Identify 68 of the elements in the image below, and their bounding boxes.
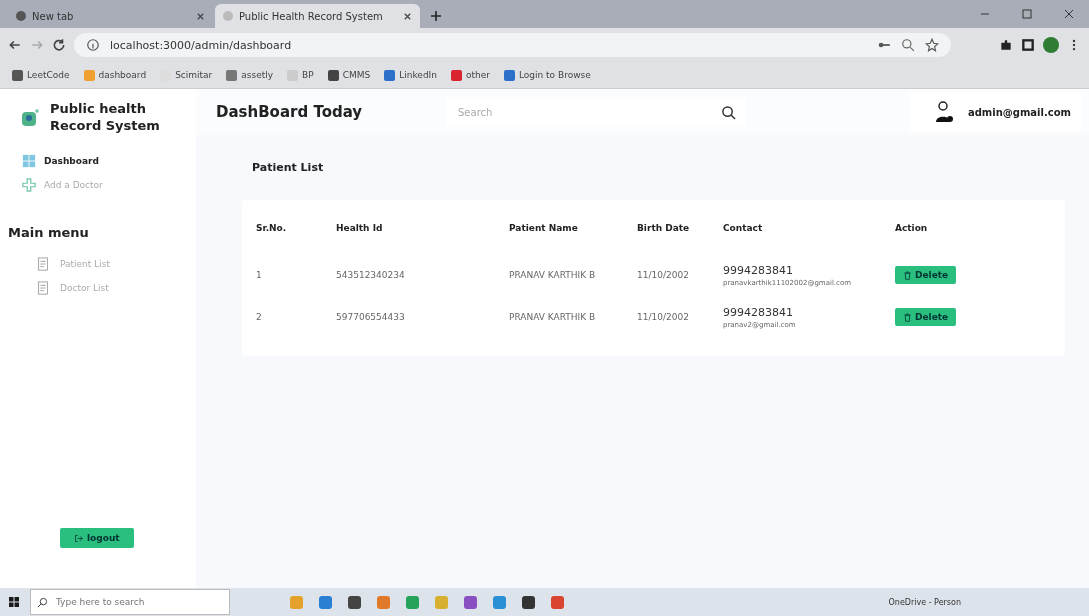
search-icon [37, 596, 48, 608]
profile-avatar[interactable] [1043, 37, 1059, 53]
browser-tab[interactable]: Public Health Record System [215, 4, 420, 28]
column-header: Sr.No. [256, 223, 288, 233]
table-cell-text: 597706554433 [336, 312, 406, 322]
app-title: Public health Record System [50, 101, 161, 135]
search-field[interactable]: Search [456, 105, 721, 119]
delete-button[interactable]: Delete [895, 308, 957, 326]
column-header: Patient Name [509, 223, 579, 233]
taskbar-search-bar[interactable]: Type here to search [30, 589, 230, 615]
bookmark[interactable]: other [450, 69, 490, 81]
star-icon[interactable] [925, 38, 939, 52]
close-icon[interactable] [196, 11, 205, 21]
grid-icon [22, 153, 36, 168]
search-bar[interactable]: Search [446, 97, 746, 127]
delete-button[interactable]: Delete [895, 266, 957, 284]
bookmark[interactable]: LinkedIn [384, 69, 437, 81]
info-icon[interactable] [86, 38, 100, 52]
phone-number: 9994283841 [723, 305, 794, 319]
bookmark[interactable]: assetly [226, 69, 274, 81]
column-header: Action [895, 223, 929, 233]
bookmark[interactable]: LeetCode [12, 69, 70, 81]
logout-icon [74, 533, 83, 543]
bookmark[interactable]: dashboard [83, 69, 147, 81]
back-icon[interactable] [8, 38, 22, 52]
document-icon [36, 256, 50, 271]
windows-icon[interactable] [8, 596, 20, 608]
column-header: Birth Date [637, 223, 691, 233]
phone-number: 9994283841 [723, 263, 794, 277]
page-icon [16, 11, 26, 21]
sidebar-item[interactable]: Dashboard [0, 148, 196, 173]
table-cell-text: PRANAV KARTHIK B [509, 270, 597, 280]
taskbar-app-icon[interactable] [348, 595, 361, 609]
page-title: DashBoard Today [216, 103, 364, 121]
plus-icon [22, 177, 36, 192]
column-header: Contact [723, 223, 764, 233]
user-card[interactable]: admin@gmail.com [909, 92, 1081, 132]
bookmark[interactable]: BP [287, 69, 314, 81]
address-bar[interactable]: localhost:3000/admin/dashboard [74, 33, 951, 57]
page-icon [223, 11, 233, 21]
trash-icon [903, 270, 912, 280]
table-cell-text: 11/10/2002 [637, 312, 690, 322]
table-cell-text: PRANAV KARTHIK B [509, 312, 597, 322]
document-icon [36, 280, 50, 295]
column-header: Health Id [336, 223, 384, 233]
table-cell-text: 2 [256, 312, 263, 322]
new-tab-icon[interactable] [430, 10, 442, 22]
bookmark[interactable]: Scimitar [160, 69, 213, 81]
user-icon [933, 100, 954, 124]
table-cell-text: 543512340234 [336, 270, 406, 280]
close-icon[interactable] [1063, 8, 1075, 20]
section-title: Patient List [252, 161, 325, 174]
section-heading: Main menu [7, 224, 90, 240]
trash-icon [903, 312, 912, 322]
search-icon[interactable] [721, 104, 736, 120]
bookmark[interactable]: CMMS [327, 69, 371, 81]
table-cell-text: 11/10/2002 [637, 270, 690, 280]
onedrive-status[interactable]: OneDrive - Person [888, 597, 961, 607]
table-cell-text: 1 [256, 270, 263, 280]
bookmark[interactable]: Login to Browse [503, 69, 591, 81]
zoom-icon[interactable] [901, 38, 915, 52]
taskbar-app-icon[interactable] [522, 595, 535, 609]
taskbar-search-field[interactable]: Type here to search [54, 596, 223, 608]
reload-icon[interactable] [52, 38, 66, 52]
logout-button[interactable]: logout [60, 528, 134, 548]
sidebar-icon[interactable] [1021, 38, 1035, 52]
close-icon[interactable] [403, 11, 412, 21]
maximize-icon[interactable] [1021, 8, 1033, 20]
